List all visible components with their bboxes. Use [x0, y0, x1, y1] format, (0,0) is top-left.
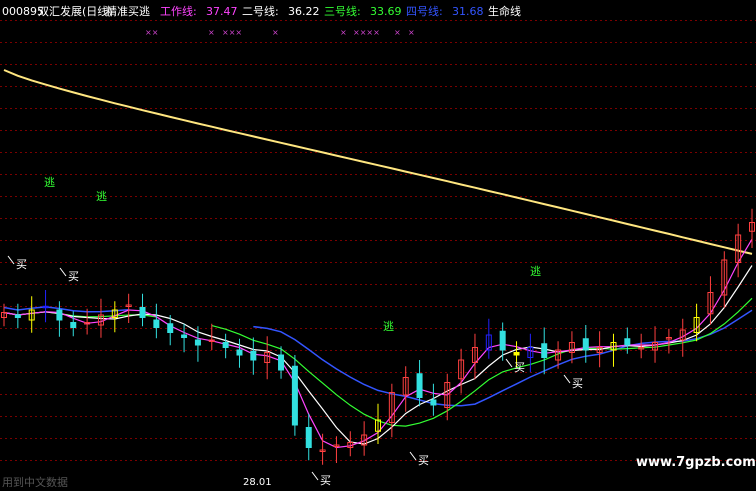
candle-body [167, 323, 174, 333]
field-label: 四号线: [406, 4, 443, 18]
buy-label: 买 [68, 270, 79, 283]
candle-body [250, 350, 257, 361]
candle-body [416, 373, 423, 398]
low-price-label: 28.01 [243, 477, 272, 487]
field-label: 工作线: [160, 4, 197, 18]
chart-header: 000895双汇发展(日线)精准买逃 工作线: 37.47 二号线: 36.22 三号线:… [2, 4, 521, 18]
x-mark: × [394, 28, 401, 37]
candle-body [278, 354, 285, 371]
candle-body [291, 365, 298, 426]
candle-body [181, 334, 188, 338]
x-mark: × [340, 28, 347, 37]
candle-body [139, 307, 146, 318]
x-mark: × [208, 28, 215, 37]
buy-arrow [563, 374, 571, 384]
candle-body [305, 427, 312, 448]
candle-body [624, 338, 631, 346]
x-mark: ×××× [353, 28, 380, 37]
indicator-lines [3, 69, 753, 449]
candle-body [194, 339, 201, 346]
top-x-marks: ×× × ××× × × ×××× × × [145, 28, 415, 37]
bottom-text: 用到中文数据 [2, 475, 68, 487]
field-value: 36.22 [288, 5, 320, 18]
buy-arrow [59, 267, 67, 277]
field-label: 三号线: [324, 4, 361, 18]
buy-arrow [409, 451, 417, 461]
escape-label: 逃 [383, 320, 394, 333]
stock-name: 双汇发展(日线) [38, 4, 113, 18]
buy-label: 买 [514, 361, 525, 374]
candle-body [499, 330, 506, 351]
field-value: 37.47 [206, 5, 238, 18]
field-value: 31.68 [452, 5, 484, 18]
escape-label: 逃 [44, 176, 55, 189]
life-line [3, 69, 753, 255]
x-mark: × [408, 28, 415, 37]
buy-label: 买 [418, 454, 429, 467]
signal-markers: 买买买买买买逃逃逃逃 [7, 176, 583, 487]
candle-body [70, 322, 77, 328]
candle-body [56, 309, 63, 321]
chart-stage: 买买买买买买逃逃逃逃 000895 双汇发展(日线) 精准买逃 工作线: 37.47 二号… [0, 0, 756, 489]
buy-arrow [311, 471, 319, 481]
field-label: 二号线: [242, 4, 279, 18]
escape-label: 逃 [530, 265, 541, 278]
candle-body [222, 342, 229, 348]
x-mark: ××× [222, 28, 242, 37]
candle-body [153, 319, 160, 328]
line4-segment [3, 306, 129, 313]
indicator-name: 精准买逃 [106, 5, 150, 18]
field-label: 生命线 [488, 4, 521, 18]
buy-label: 买 [572, 377, 583, 390]
candle-body [541, 343, 548, 358]
candle-body [236, 349, 243, 356]
buy-arrow [505, 358, 513, 368]
field-value: 33.69 [370, 5, 402, 18]
candle-body [42, 305, 49, 309]
candlestick-chart: 买买买买买买逃逃逃逃 000895双汇发展(日线)精准买逃 工作线: 37.47 二号… [0, 4, 756, 489]
grid-lines [0, 20, 756, 461]
escape-label: 逃 [96, 190, 107, 203]
candle-body [513, 352, 520, 356]
watermark: www.7gpzb.com [636, 455, 756, 470]
buy-label: 买 [320, 474, 331, 487]
candle-body [582, 338, 589, 351]
x-mark: ×× [145, 28, 158, 37]
candles [1, 208, 755, 465]
x-mark: × [272, 28, 279, 37]
candle-body [430, 399, 437, 406]
candle-body [14, 314, 21, 318]
buy-label: 买 [16, 258, 27, 271]
